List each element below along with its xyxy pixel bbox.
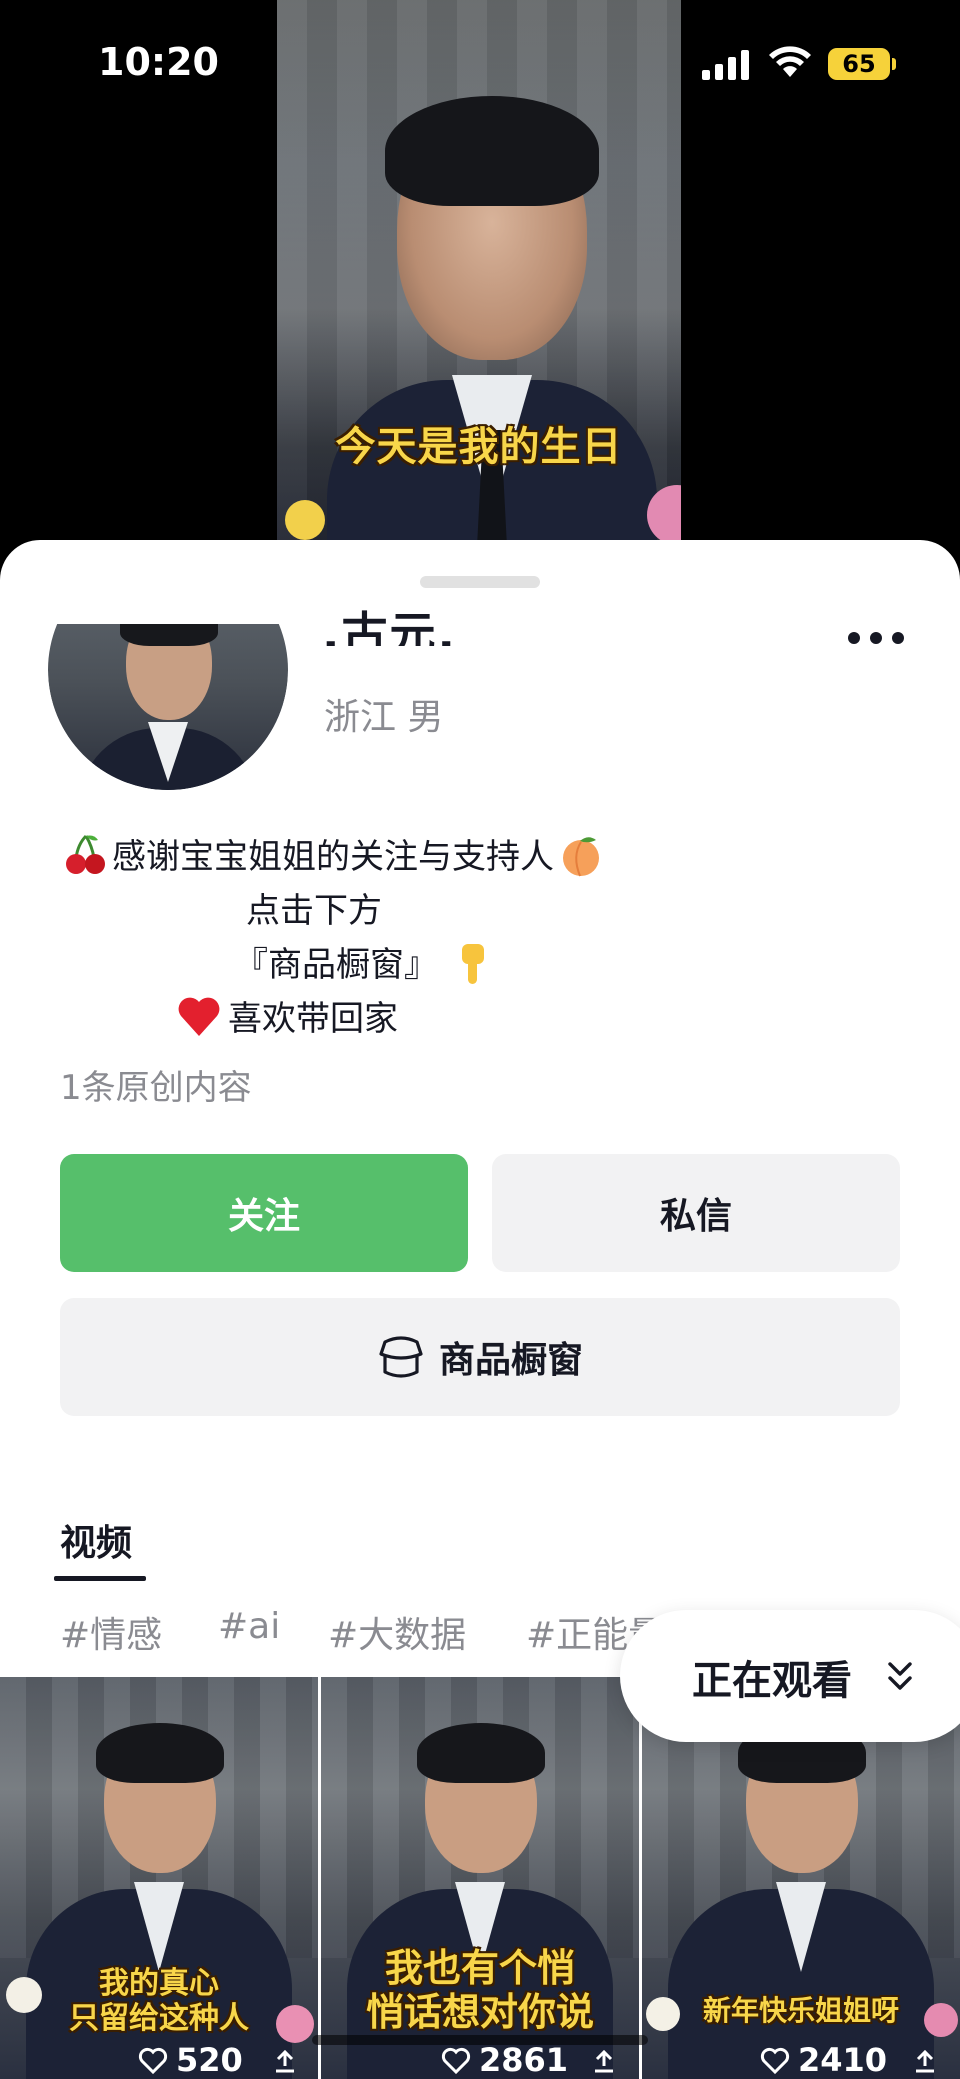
bio-line-1: 感谢宝宝姐姐的关注与支持人 — [64, 830, 604, 884]
original-content-count[interactable]: 1条原创内容 — [60, 1060, 252, 1109]
battery-icon: 65 — [828, 48, 890, 80]
thumbnail-caption: 新年快乐姐姐呀 — [642, 1994, 960, 2027]
thumbnail-hair — [96, 1723, 224, 1783]
share-icon[interactable] — [272, 2049, 298, 2075]
battery-tip — [892, 58, 896, 70]
video-thumbnail[interactable]: 我也有个悄 悄话想对你说 2861 — [321, 1677, 639, 2079]
cellular-signal-icon — [702, 50, 750, 80]
message-button[interactable]: 私信 — [492, 1154, 900, 1272]
username: .古元. — [322, 607, 457, 646]
home-indicator[interactable] — [312, 2035, 648, 2045]
caption-line: 悄话想对你说 — [365, 1989, 594, 2034]
bio-line-4: 喜欢带回家 — [176, 992, 398, 1046]
bio-line-3: 『商品橱窗』 — [234, 938, 494, 992]
thumbnail-hair — [417, 1723, 545, 1783]
profile-sheet: .古元. 浙江 男 感谢宝宝姐姐的关注与支持人 点击下方 『商品橱窗』 喜欢带回… — [0, 540, 960, 2079]
shop-window-button[interactable]: 商品橱窗 — [60, 1298, 900, 1416]
sheet-grabber[interactable] — [420, 576, 540, 588]
tag-item[interactable]: #ai — [218, 1606, 280, 1647]
tab-video[interactable]: 视频 — [60, 1514, 132, 1566]
cherry-emoji-icon — [66, 834, 105, 874]
status-time: 10:20 — [98, 40, 219, 84]
video-thumbnail[interactable]: 我的真心 只留给这种人 520 — [0, 1677, 318, 2079]
thumbnail-caption: 我也有个悄 悄话想对你说 — [321, 1946, 639, 2034]
location-gender: 浙江 男 — [324, 697, 444, 738]
video-caption: 今天是我的生日 — [335, 424, 623, 470]
tag-item[interactable]: #大数据 — [328, 1606, 466, 1658]
avatar-image — [48, 624, 288, 790]
caption-line: 只留给这种人 — [69, 2000, 249, 2036]
caption-line: 新年快乐姐姐呀 — [702, 1994, 899, 2027]
heart-outline-icon — [760, 2047, 790, 2075]
bio-text-3: 『商品橱窗』 — [234, 945, 438, 985]
share-icon[interactable] — [591, 2049, 617, 2075]
share-icon[interactable] — [912, 2049, 938, 2075]
like-count: 2861 — [479, 2041, 569, 2079]
bio-text-1: 感谢宝宝姐姐的关注与支持人 — [112, 837, 554, 877]
peach-emoji-icon — [563, 837, 599, 877]
thumbnail-caption: 我的真心 只留给这种人 — [0, 1966, 318, 2036]
status-bar: 10:20 65 — [0, 0, 960, 120]
video-flower — [285, 500, 325, 540]
avatar-hair — [120, 624, 218, 646]
wifi-icon — [769, 46, 811, 77]
now-watching-label: 正在观看 — [692, 1658, 852, 1704]
like-count: 520 — [176, 2041, 243, 2079]
shop-window-icon — [379, 1336, 423, 1378]
chevron-down-icon — [888, 1662, 912, 1690]
heart-outline-icon — [441, 2047, 471, 2075]
tab-video-underline — [54, 1576, 146, 1581]
heart-emoji-icon — [178, 997, 220, 1036]
bio-text-4: 喜欢带回家 — [228, 999, 398, 1039]
follow-button[interactable]: 关注 — [60, 1154, 468, 1272]
caption-line: 我也有个悄 — [384, 1946, 575, 1990]
thumbnail-stats: 2861 — [321, 2041, 639, 2079]
like-count: 2410 — [798, 2041, 888, 2079]
avatar[interactable] — [48, 624, 288, 790]
shop-window-label: 商品橱窗 — [438, 1340, 583, 1381]
heart-outline-icon — [138, 2047, 168, 2075]
caption-line: 我的真心 — [99, 1966, 219, 2001]
bio-line-2: 点击下方 — [246, 891, 382, 931]
thumbnail-stats: 520 — [0, 2041, 318, 2079]
thumbnail-stats: 2410 — [642, 2041, 960, 2079]
tag-item[interactable]: #情感 — [60, 1606, 162, 1658]
pointing-down-emoji-icon — [462, 944, 484, 984]
now-watching-button[interactable]: 正在观看 — [620, 1610, 960, 1742]
more-icon[interactable] — [848, 628, 904, 648]
